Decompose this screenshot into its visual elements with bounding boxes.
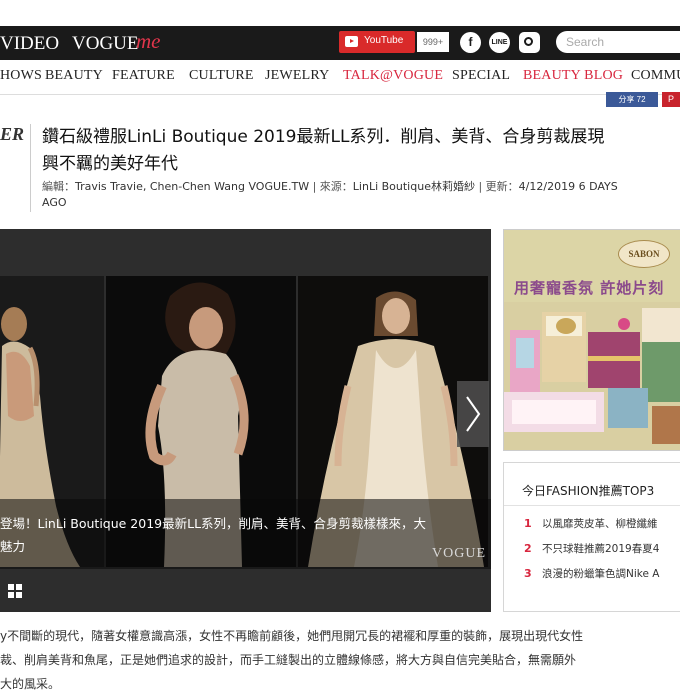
- category-divider: [30, 124, 31, 212]
- instagram-icon[interactable]: [519, 32, 540, 53]
- top-bar: VIDEO VOGUE me YouTube 999+ f LINE: [0, 26, 680, 60]
- fashion-rank: 3: [524, 567, 532, 580]
- byline-ago: AGO: [42, 196, 67, 209]
- fashion-item-text: 浪漫的粉蠟筆色調Nike A: [542, 568, 660, 580]
- vogue-me-logo[interactable]: me: [136, 29, 161, 54]
- line-icon[interactable]: LINE: [489, 32, 510, 53]
- article-body-line: 裁、削肩美背和魚尾，正是她們追求的設計，而手工縫製出的立體線條感，將大方與自信完…: [0, 653, 577, 667]
- video-link[interactable]: VIDEO: [0, 33, 59, 55]
- nav-item-shows[interactable]: HOWS: [0, 68, 42, 84]
- fashion-top3-title: 今日FASHION推薦TOP3: [522, 484, 655, 498]
- grid-icon-cell: [8, 584, 14, 590]
- grid-icon[interactable]: [8, 584, 22, 598]
- byline-updated-label: 更新：: [485, 180, 519, 193]
- youtube-label: YouTube: [364, 35, 404, 46]
- fashion-top3-box: 今日FASHION推薦TOP3 1 以風靡莢皮革、柳橙纖維 2 不只球鞋推薦2019…: [503, 462, 680, 612]
- nav-item-beauty[interactable]: BEAUTY: [45, 68, 103, 84]
- fashion-list-item[interactable]: 1 以風靡莢皮革、柳橙纖維: [524, 516, 658, 531]
- nav-divider: [0, 94, 680, 95]
- grid-icon-cell: [16, 592, 22, 598]
- article-title: 鑽石級禮服LinLi Boutique 2019最新LL系列．削肩、美背、合身剪…: [42, 124, 680, 178]
- youtube-subscriber-count: 999+: [417, 32, 449, 52]
- fashion-rank: 2: [524, 542, 532, 555]
- nav-item-culture[interactable]: CULTURE: [189, 68, 254, 84]
- slide-caption-line: 魅力: [0, 539, 26, 554]
- byline-sep: |: [474, 180, 486, 193]
- article-title-line: 鑽石級禮服LinLi Boutique 2019最新LL系列．削肩、美背、合身剪…: [42, 127, 605, 147]
- fashion-rank: 1: [524, 517, 532, 530]
- nav-item-jewelry[interactable]: JEWELRY: [265, 68, 329, 84]
- article-byline: 編輯：Travis Travie, Chen-Chen Wang VOGUE.T…: [42, 179, 680, 211]
- fashion-list-item[interactable]: 3 浪漫的粉蠟筆色調Nike A: [524, 566, 659, 581]
- fashion-top3-divider: [504, 505, 680, 506]
- fashion-item-text: 不只球鞋推薦2019春夏4: [542, 543, 660, 555]
- grid-icon-cell: [16, 584, 22, 590]
- nav-item-feature[interactable]: FEATURE: [112, 68, 175, 84]
- youtube-button[interactable]: YouTube: [339, 31, 415, 53]
- sabon-logo: SABON: [618, 240, 670, 268]
- nav-item-community[interactable]: COMMU: [631, 68, 680, 84]
- fashion-item-text: 以風靡莢皮革、柳橙纖維: [542, 518, 658, 530]
- article-title-line: 興不羈的美好年代: [42, 154, 178, 174]
- byline-source[interactable]: LinLi Boutique林莉婚紗: [353, 180, 475, 193]
- grid-icon-cell: [8, 592, 14, 598]
- gift-boxes-image: [504, 302, 680, 450]
- facebook-share-button[interactable]: 分享 72: [606, 92, 658, 107]
- slide-caption-line: 登場！LinLi Boutique 2019最新LL系列，削肩、美背、合身剪裁樣…: [0, 516, 427, 531]
- search-input[interactable]: [556, 31, 680, 53]
- main-nav: HOWS BEAUTY FEATURE CULTURE JEWELRY TALK…: [0, 66, 680, 88]
- facebook-icon[interactable]: f: [460, 32, 481, 53]
- byline-source-label: 來源：: [319, 180, 353, 193]
- article-body-line: 大的風采。: [0, 677, 61, 691]
- nav-item-talk-vogue[interactable]: TALK@VOGUE: [343, 68, 443, 84]
- byline-updated: 4/12/2019 6 DAYS: [518, 180, 618, 193]
- vogue-logo[interactable]: VOGUE: [72, 33, 139, 55]
- ad-slogan: 用奢寵香氛 許她片刻: [514, 279, 665, 297]
- next-slide-button[interactable]: [457, 381, 489, 447]
- nav-item-special[interactable]: SPECIAL: [452, 68, 510, 84]
- article-body: y不間斷的現代，隨著女權意識高漲，女性不再瞻前顧後，她們甩開冗長的裙襬和厚重的裝…: [0, 624, 680, 696]
- slide-caption-bar: 登場！LinLi Boutique 2019最新LL系列，削肩、美背、合身剪裁樣…: [0, 499, 491, 569]
- vogue-watermark: VOGUE: [432, 546, 486, 561]
- youtube-icon: [345, 36, 358, 47]
- photo-slideshow[interactable]: 登場！LinLi Boutique 2019最新LL系列，削肩、美背、合身剪裁樣…: [0, 229, 491, 612]
- byline-editor-label: 編輯：: [42, 180, 75, 193]
- byline-sep: |: [309, 180, 320, 193]
- pinterest-share-button[interactable]: P: [662, 92, 680, 107]
- slide-caption: 登場！LinLi Boutique 2019最新LL系列，削肩、美背、合身剪裁樣…: [0, 512, 480, 558]
- chevron-right-icon: [466, 396, 481, 432]
- category-tag[interactable]: ER: [0, 124, 24, 145]
- nav-item-beauty-blog[interactable]: BEAUTY BLOG: [523, 68, 623, 84]
- sabon-advertisement[interactable]: SABON 用奢寵香氛 許她片刻: [503, 229, 680, 451]
- fashion-list-item[interactable]: 2 不只球鞋推薦2019春夏4: [524, 541, 659, 556]
- article-body-line: y不間斷的現代，隨著女權意識高漲，女性不再瞻前顧後，她們甩開冗長的裙襬和厚重的裝…: [0, 629, 584, 643]
- byline-editor: Travis Travie, Chen-Chen Wang VOGUE.TW: [75, 180, 310, 193]
